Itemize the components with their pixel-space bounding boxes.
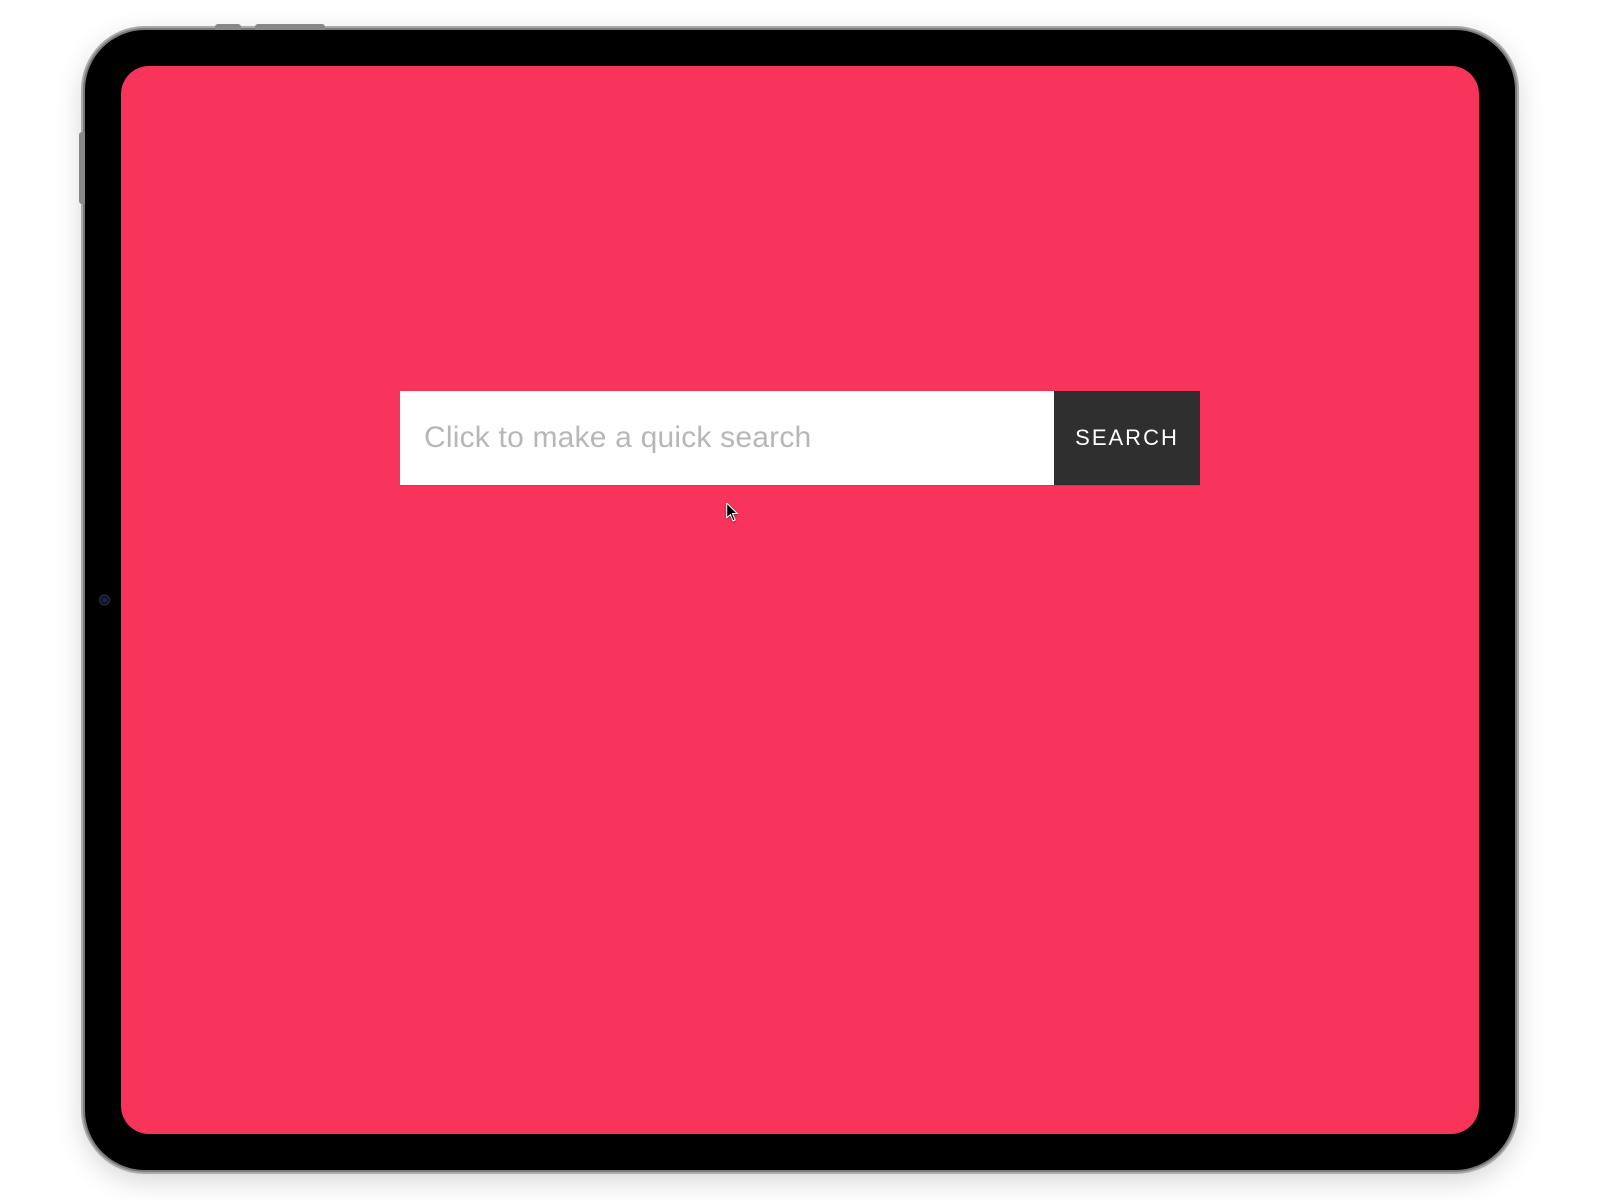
search-bar: SEARCH: [400, 391, 1200, 485]
tablet-top-buttons: [215, 24, 325, 30]
tablet-power-button-icon: [215, 24, 241, 30]
app-screen: SEARCH: [121, 66, 1479, 1134]
tablet-volume-button-icon: [255, 24, 325, 30]
tablet-camera-icon: [99, 595, 110, 606]
search-button[interactable]: SEARCH: [1054, 391, 1200, 485]
tablet-device-frame: SEARCH: [85, 30, 1515, 1170]
search-input[interactable]: [400, 391, 1054, 485]
tablet-side-button-icon: [79, 132, 85, 204]
mouse-cursor-icon: [726, 503, 740, 523]
